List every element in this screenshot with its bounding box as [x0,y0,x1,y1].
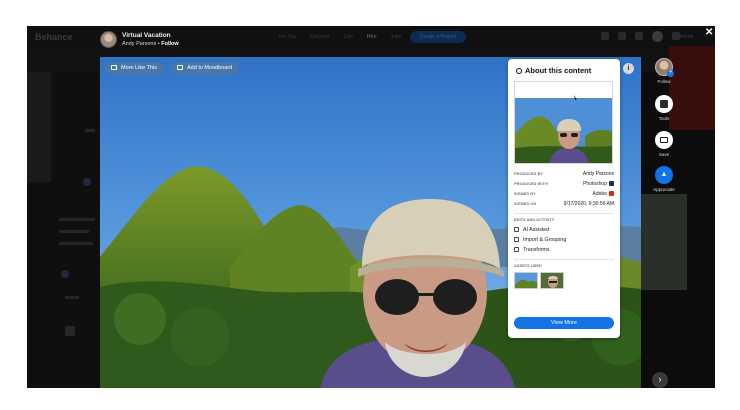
behance-logo[interactable]: Behance [35,32,73,42]
produced-with-value-wrap: Photoshop [583,181,614,187]
ghost-text [59,242,93,245]
more-like-this-button[interactable]: More Like This [105,62,164,75]
tools-button[interactable] [655,95,673,113]
nav-hire[interactable]: Hire [367,34,377,40]
transform-icon [514,247,519,252]
content-credentials-info-icon[interactable]: i [623,63,634,74]
signed-by-row: SIGNED BY Adobe [514,190,614,199]
asset-landscape-image [515,273,537,288]
ghost-text [65,296,79,299]
signed-by-label: SIGNED BY [514,192,536,196]
assets-section-title: ASSETS USED [514,264,542,268]
messages-icon[interactable] [618,32,626,40]
content-thumbnail[interactable] [514,81,613,164]
about-panel-title: About this content [516,66,591,75]
notifications-icon[interactable] [635,32,643,40]
folder-icon [660,137,668,143]
signed-on-row: SIGNED ON 9/17/2020, 9:30:56 AM [514,200,614,209]
photoshop-tools-icon [660,100,668,108]
project-byline: Andy Parsons • Follow [122,41,179,47]
panel-divider [514,213,614,214]
signed-on-label: SIGNED ON [514,202,537,206]
about-content-panel: About this content PRODUCED BY Andy Pars… [508,59,620,338]
adobe-icon [609,191,614,196]
appreciate-action[interactable]: ▲ Appreciate [650,166,678,192]
create-project-button[interactable]: Create a Project [410,31,466,43]
author-avatar-small: + [655,58,674,77]
save-action[interactable]: Save [650,131,678,157]
appreciate-action-label: Appreciate [653,187,675,192]
follow-action[interactable]: + Follow [650,58,678,84]
ghost-icon [65,326,75,336]
image-stack-icon [111,65,117,70]
panel-divider [514,259,614,260]
adobe-link[interactable]: Adobe [679,34,693,40]
thumbs-up-icon: ▲ [660,171,668,178]
ai-assisted-icon [514,227,519,232]
top-icons [601,31,680,42]
close-icon[interactable]: ✕ [705,27,713,38]
edit-item-label: Import & Grouping [523,237,567,243]
photoshop-icon [609,181,614,186]
nav-jobs[interactable]: Jobs [391,34,402,40]
signed-by-value: Adobe [592,191,607,197]
produced-by-row: PRODUCED BY Andy Parsons [514,170,614,179]
produced-with-row: PRODUCED WITH Photoshop [514,180,614,189]
user-avatar[interactable] [652,31,663,42]
tools-action[interactable]: Tools [650,95,678,121]
edits-section-title: EDITS AND ACTIVITY [514,218,555,222]
asset-thumbnail[interactable] [514,272,538,289]
asset-thumbnail[interactable] [540,272,564,289]
edit-item-label: Transforms [523,247,550,253]
add-to-moodboard-label: Add to Moodboard [187,65,233,71]
signed-by-value-wrap: Adobe [593,191,614,197]
ghost-text [59,218,95,221]
background-sidebar-block [27,72,51,182]
project-title: Virtual Vacation [122,32,171,39]
about-panel-title-text: About this content [525,66,592,75]
save-button[interactable] [655,131,673,149]
content-credentials-icon [516,68,522,74]
view-more-button[interactable]: View More [514,317,614,329]
modal-viewport: Behance For You Discover Live Hire Jobs … [27,26,715,388]
produced-with-label: PRODUCED WITH [514,182,548,186]
ghost-icon [61,270,69,278]
ghost-text [59,230,89,233]
search-icon[interactable] [601,32,609,40]
background-image-thumb [639,194,687,290]
thumbnail-image [515,82,612,163]
plus-icon: + [667,70,674,77]
save-action-label: Save [658,152,670,157]
produced-by-label: PRODUCED BY [514,172,544,176]
nav-live[interactable]: Live [344,34,353,40]
follow-link[interactable]: Follow [161,41,178,47]
add-to-moodboard-button[interactable]: Add to Moodboard [171,62,240,75]
produced-with-value: Photoshop [583,181,607,187]
edit-item: Transforms [514,247,550,253]
ghost-badge [83,178,91,186]
more-like-this-label: More Like This [121,65,157,71]
nav-discover[interactable]: Discover [310,34,329,40]
tools-action-label: Tools [658,116,670,121]
edit-item: AI Assisted [514,227,549,233]
import-icon [514,237,519,242]
follow-action-label: Follow [657,79,671,84]
moodboard-icon [177,65,183,70]
edit-item-label: AI Assisted [523,227,550,233]
next-project-arrow-icon[interactable]: › [652,372,668,388]
nav-for-you[interactable]: For You [279,34,296,40]
signed-on-value: 9/17/2020, 9:30:56 AM [563,201,614,207]
author-avatar[interactable] [100,31,117,48]
asset-portrait-image [541,273,563,288]
ghost-text [85,129,95,132]
author-name[interactable]: Andy Parsons [122,41,156,47]
main-nav: For You Discover Live Hire Jobs [279,34,401,40]
edit-item: Import & Grouping [514,237,566,243]
appreciate-button[interactable]: ▲ [655,166,673,184]
produced-by-value: Andy Parsons [582,171,614,177]
